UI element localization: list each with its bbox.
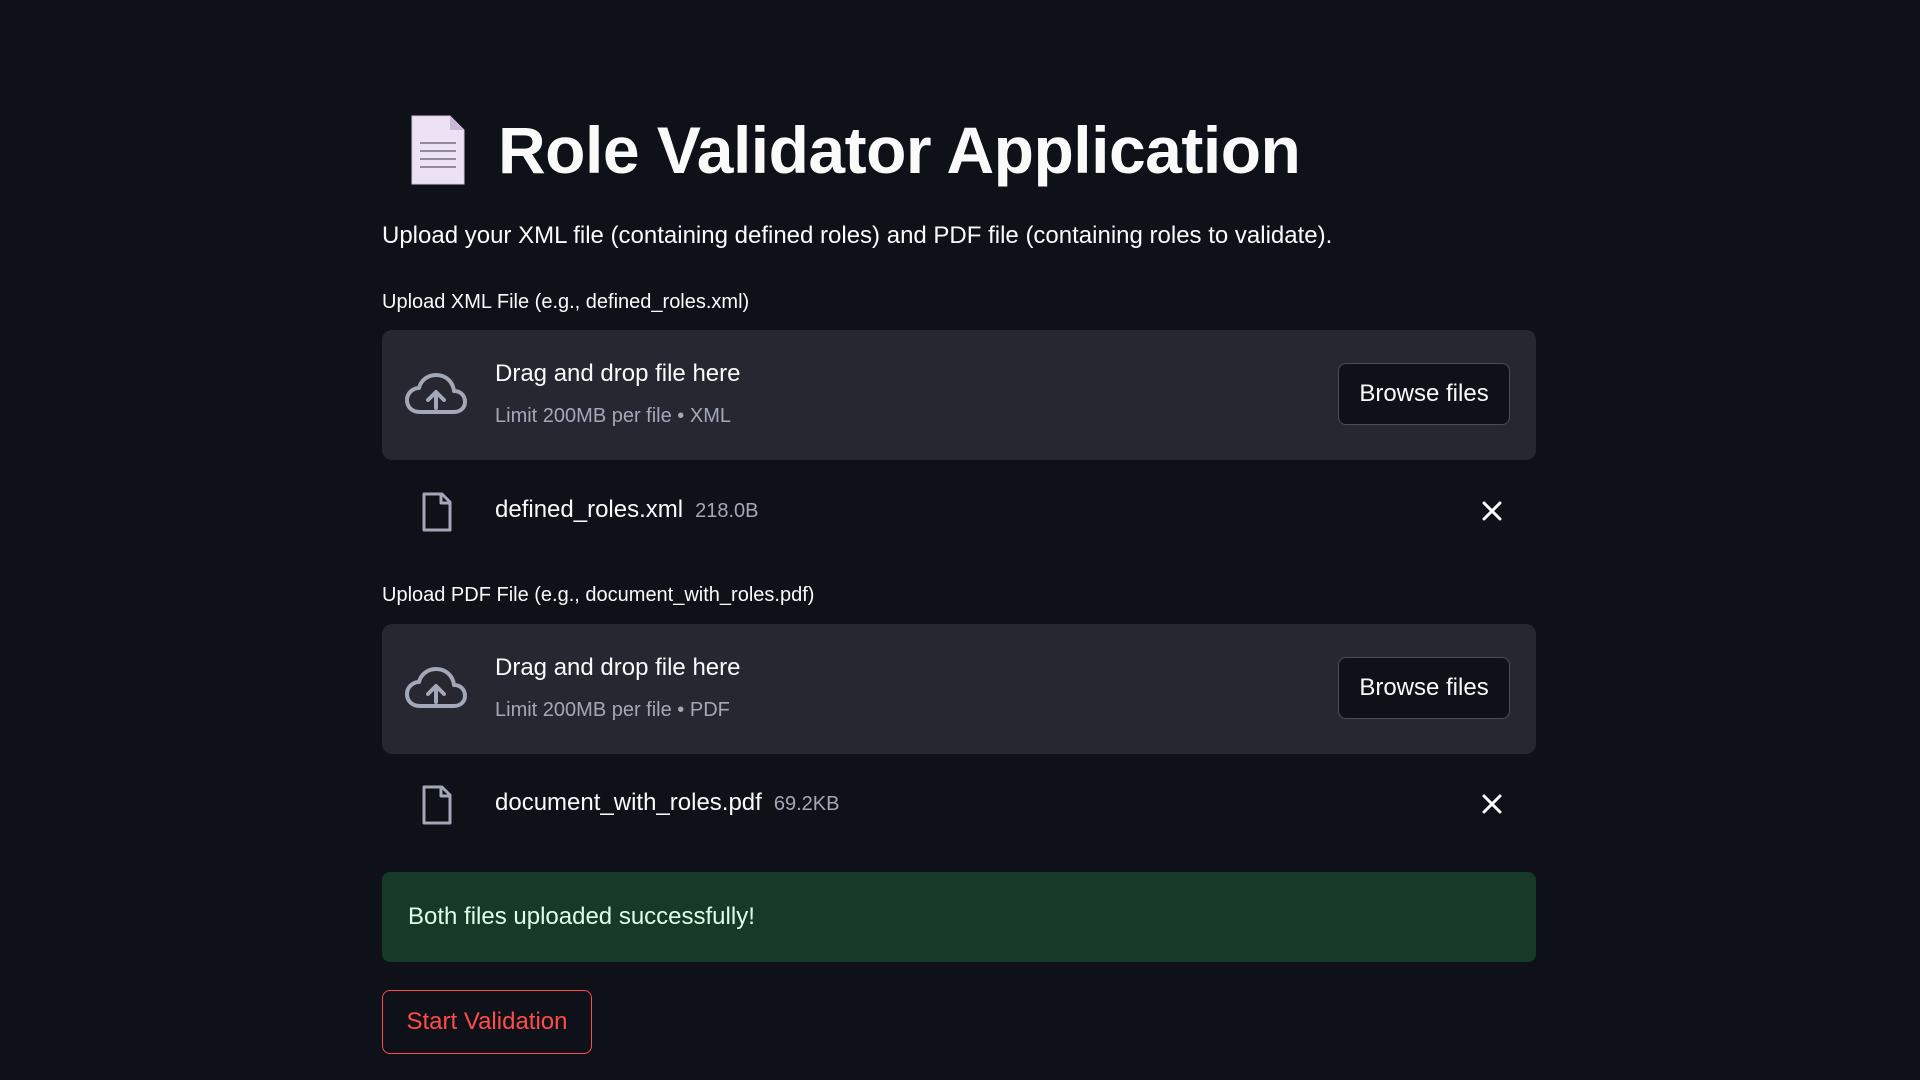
xml-file-name: defined_roles.xml	[495, 496, 684, 523]
success-alert: Both files uploaded successfully!	[382, 872, 1536, 962]
close-icon[interactable]	[1478, 790, 1506, 818]
cloud-upload-icon	[405, 667, 467, 708]
page-header: Role Validator Application	[382, 105, 1301, 195]
pdf-dropzone[interactable]: Drag and drop file here Limit 200MB per …	[382, 624, 1536, 754]
xml-limit-text: Limit 200MB per file • XML	[495, 405, 731, 427]
page-title: Role Validator Application	[498, 113, 1301, 187]
pdf-file-size: 69.2KB	[773, 793, 840, 815]
file-icon	[422, 492, 452, 532]
xml-dropzone[interactable]: Drag and drop file here Limit 200MB per …	[382, 330, 1536, 460]
xml-upload-label: Upload XML File (e.g., defined_roles.xml…	[382, 291, 750, 313]
success-message: Both files uploaded successfully!	[408, 903, 755, 930]
pdf-drop-text: Drag and drop file here	[495, 654, 741, 681]
close-icon[interactable]	[1478, 497, 1506, 525]
xml-uploaded-file: defined_roles.xml 218.0B	[382, 481, 1536, 541]
pdf-file-name: document_with_roles.pdf	[495, 789, 762, 816]
pdf-uploaded-file: document_with_roles.pdf 69.2KB	[382, 774, 1536, 834]
pdf-upload-label: Upload PDF File (e.g., document_with_rol…	[382, 584, 815, 606]
pdf-limit-text: Limit 200MB per file • PDF	[495, 699, 730, 721]
file-icon	[422, 785, 452, 825]
page-description: Upload your XML file (containing defined…	[382, 222, 1333, 249]
xml-browse-button[interactable]: Browse files	[1338, 363, 1510, 425]
page-facing-up-icon	[411, 115, 465, 185]
cloud-upload-icon	[405, 373, 467, 414]
pdf-browse-button[interactable]: Browse files	[1338, 657, 1510, 719]
xml-file-size: 218.0B	[695, 500, 759, 522]
start-validation-button[interactable]: Start Validation	[382, 990, 592, 1054]
xml-drop-text: Drag and drop file here	[495, 360, 741, 387]
